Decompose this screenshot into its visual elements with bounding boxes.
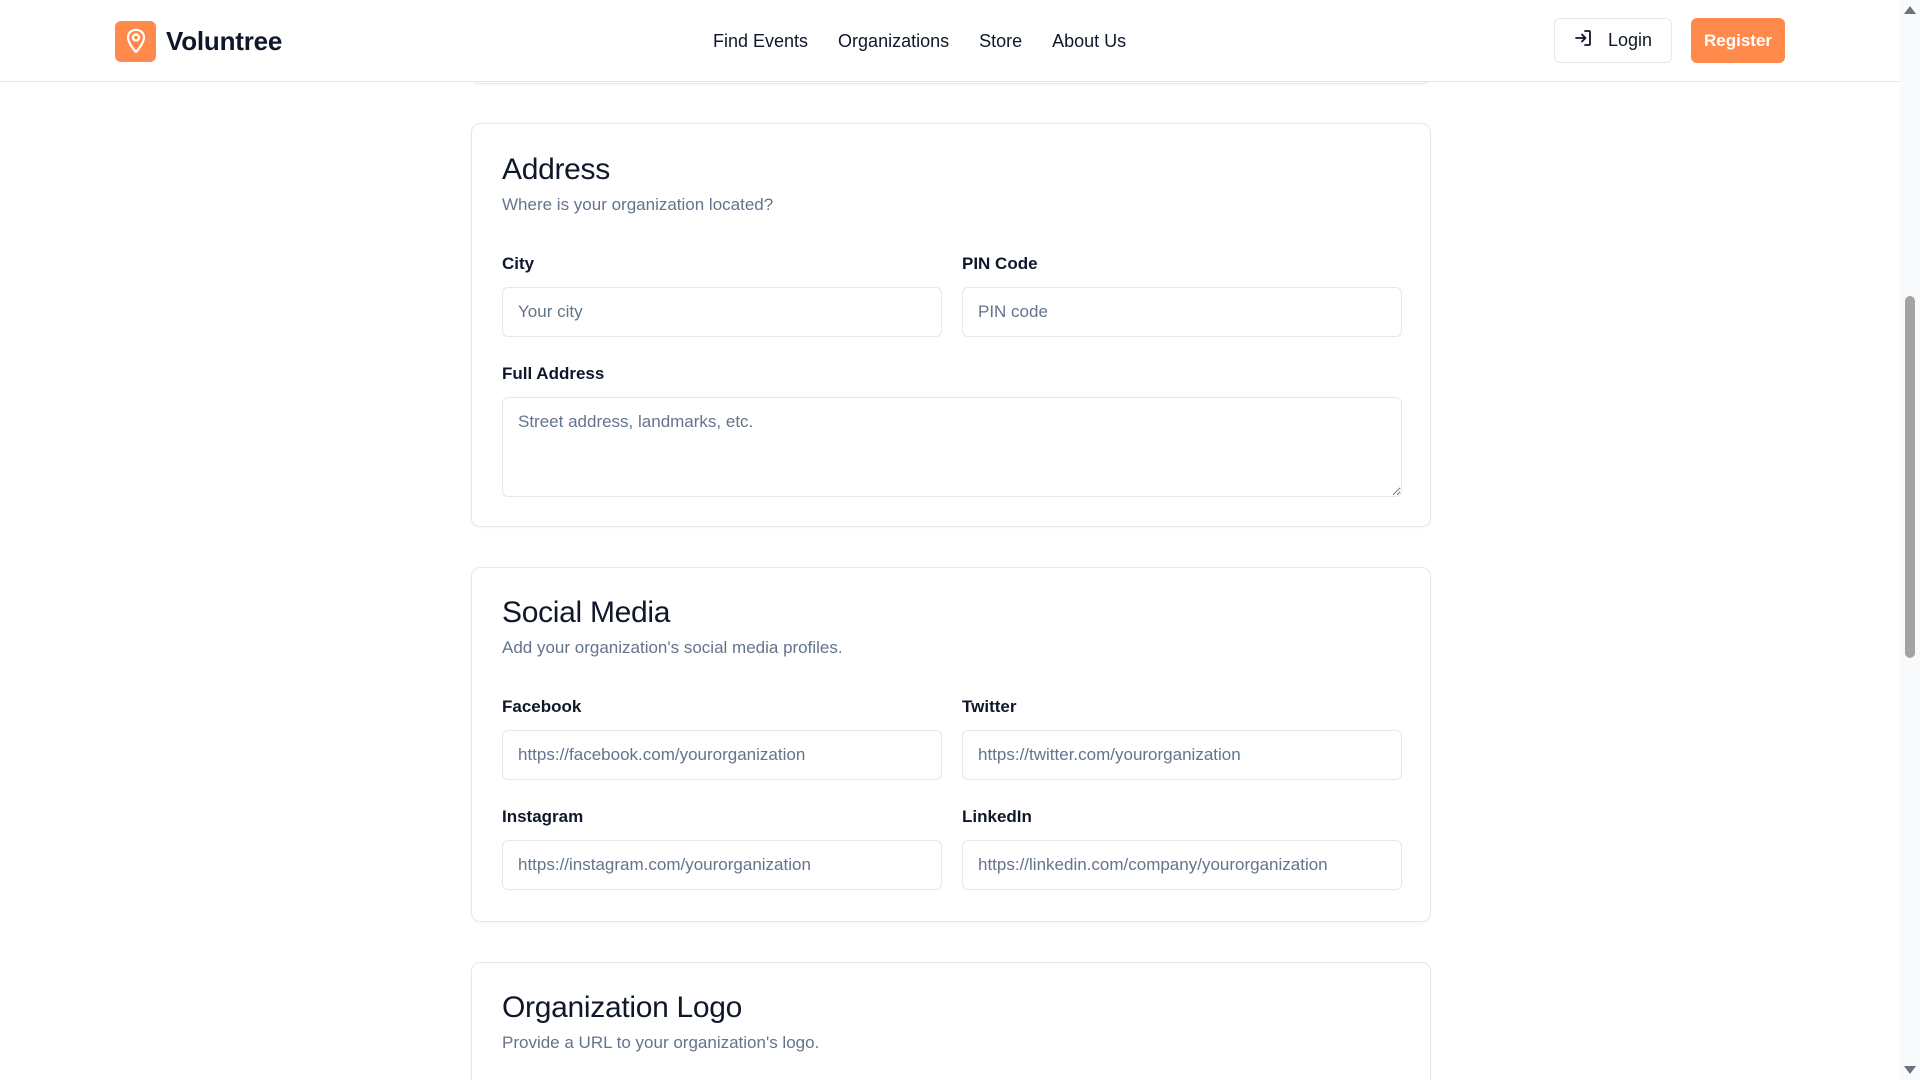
twitter-input[interactable] — [962, 730, 1402, 780]
address-title: Address — [502, 153, 610, 186]
instagram-label: Instagram — [502, 807, 584, 826]
facebook-input[interactable] — [502, 730, 942, 780]
facebook-label: Facebook — [502, 697, 582, 716]
social-media-title: Social Media — [502, 596, 671, 629]
city-label: City — [502, 254, 535, 273]
organization-logo-subtitle: Provide a URL to your organization's log… — [502, 1033, 820, 1052]
organization-logo-card: Organization Logo Provide a URL to your … — [471, 962, 1431, 1080]
map-pin-icon — [115, 20, 156, 62]
linkedin-input[interactable] — [962, 840, 1402, 890]
login-label: Login — [1607, 30, 1653, 50]
nav-about-us[interactable]: About Us — [1052, 31, 1126, 52]
full-address-textarea[interactable] — [502, 397, 1402, 497]
scrollbar-thumb[interactable] — [1905, 296, 1915, 658]
instagram-input[interactable] — [502, 840, 942, 890]
site-header: Voluntree Find Events Organizations Stor… — [0, 0, 1900, 82]
linkedin-label: LinkedIn — [962, 807, 1032, 826]
scroll-up-arrow-icon[interactable] — [1904, 6, 1916, 14]
nav-store[interactable]: Store — [979, 31, 1022, 52]
address-card: Address Where is your organization locat… — [471, 123, 1431, 527]
organization-logo-title: Organization Logo — [502, 991, 743, 1024]
register-button[interactable]: Register — [1691, 18, 1785, 63]
page-scrollbar[interactable] — [1900, 0, 1920, 1080]
full-address-label: Full Address — [502, 364, 605, 383]
social-media-subtitle: Add your organization's social media pro… — [502, 638, 843, 657]
pin-code-input[interactable] — [962, 287, 1402, 337]
main-nav: Find Events Organizations Store About Us — [713, 26, 1126, 56]
twitter-label: Twitter — [962, 697, 1017, 716]
brand-logo[interactable]: Voluntree — [115, 18, 282, 64]
login-arrow-icon — [1574, 29, 1592, 52]
city-input[interactable] — [502, 287, 942, 337]
brand-name: Voluntree — [166, 25, 283, 56]
social-media-card: Social Media Add your organization's soc… — [471, 567, 1431, 922]
nav-find-events[interactable]: Find Events — [713, 31, 808, 52]
pin-code-label: PIN Code — [962, 254, 1038, 273]
login-button[interactable]: Login — [1554, 18, 1672, 63]
nav-organizations[interactable]: Organizations — [838, 31, 949, 52]
address-subtitle: Where is your organization located? — [502, 195, 774, 214]
scroll-down-arrow-icon[interactable] — [1904, 1066, 1916, 1074]
